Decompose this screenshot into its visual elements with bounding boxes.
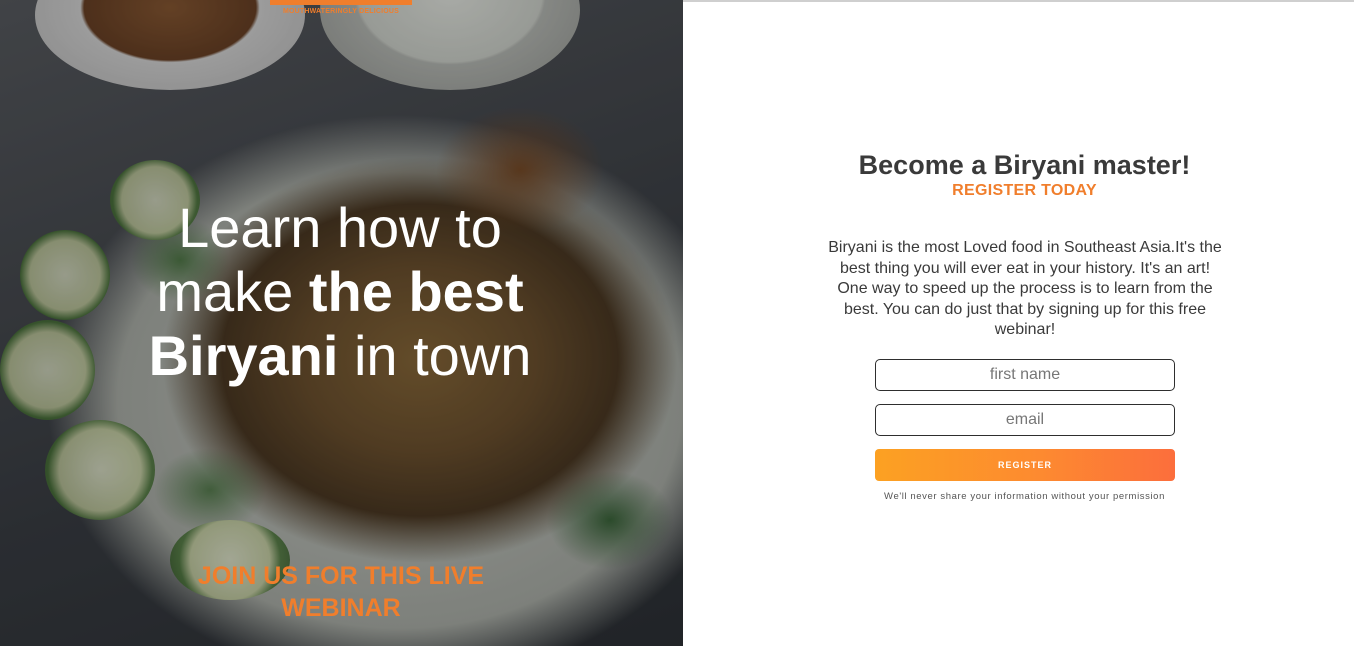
headline-line-2: make the best [90,260,590,324]
join-line-2: WEBINAR [281,594,401,622]
form-subtitle: REGISTER TODAY [952,182,1097,199]
headline-line-3: Biryani in town [90,324,590,388]
headline-biryani: Biryani [148,324,339,387]
privacy-note: We'll never share your information witho… [884,491,1165,502]
email-input[interactable] [875,404,1175,436]
hero-image-section: MOUTHWATERINGLY DELICIOUS Learn how to m… [0,0,683,646]
headline-make: make [156,260,309,323]
first-name-input[interactable] [875,359,1175,391]
form-title: Become a Biryani master! [858,150,1191,180]
headline-the-best: the best [308,260,524,323]
form-description: Biryani is the most Loved food in Southe… [828,239,1222,338]
registration-panel: Become a Biryani master! REGISTER TODAY … [683,0,1354,646]
brand-tagline: MOUTHWATERINGLY DELICIOUS [270,0,412,20]
register-button[interactable]: REGISTER [875,449,1175,481]
headline-in-town: in town [338,324,532,387]
hero-headline: Learn how to make the best Biryani in to… [90,196,590,388]
join-line-1: JOIN US FOR THIS LIVE [197,562,485,590]
join-webinar-cta: JOIN US FOR THIS LIVE WEBINAR [160,560,522,624]
headline-line-1: Learn how to [178,196,502,259]
